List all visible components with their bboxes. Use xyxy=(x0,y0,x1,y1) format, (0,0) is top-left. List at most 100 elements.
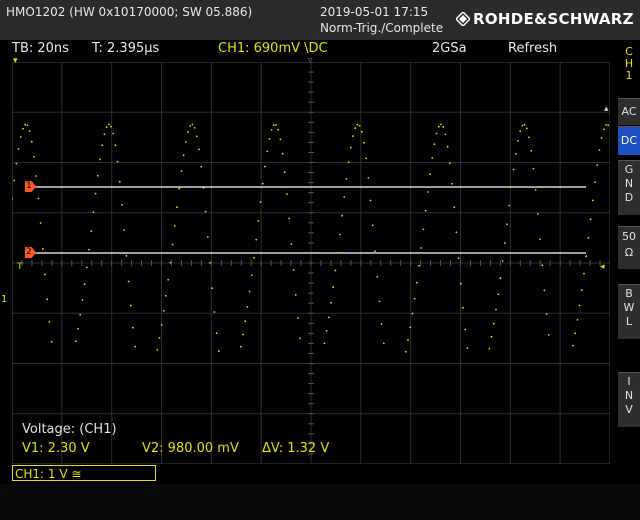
trace-sample xyxy=(290,243,293,246)
trace-sample xyxy=(360,130,363,133)
trace-sample xyxy=(358,124,361,127)
trace-sample xyxy=(242,333,244,336)
trace-sample xyxy=(215,332,218,335)
trace-sample xyxy=(288,217,291,220)
trace-sample xyxy=(431,157,434,159)
coupling-ac-button[interactable]: AC xyxy=(618,98,640,125)
trace-sample xyxy=(17,148,20,150)
trace-sample xyxy=(591,199,594,202)
trigger-position-arrow-icon[interactable]: ▾ xyxy=(13,56,18,66)
trigger-time-label[interactable]: T: 2.395µs xyxy=(92,41,159,56)
trace-sample xyxy=(455,231,458,234)
trace-sample xyxy=(77,327,79,330)
trace-sample xyxy=(35,175,38,177)
coupling-gnd-button[interactable]: G N D xyxy=(618,160,640,215)
trace-sample xyxy=(492,322,495,325)
trace-sample xyxy=(426,191,429,193)
trace-sample xyxy=(217,350,220,353)
trace-sample xyxy=(572,344,574,347)
trace-sample xyxy=(165,294,167,297)
trace-sample xyxy=(211,287,214,290)
trace-sample xyxy=(330,301,332,304)
bandwidth-limit-button[interactable]: B W L xyxy=(618,284,640,339)
trace-sample xyxy=(92,211,95,214)
brand-logo: ROHDE&SCHWARZ xyxy=(456,10,634,28)
trace-sample xyxy=(248,290,251,293)
trace-sample xyxy=(352,135,354,137)
trace-sample xyxy=(422,228,425,231)
ch1-ground-marker[interactable]: 1 xyxy=(1,294,7,305)
trace-sample xyxy=(277,128,280,131)
trace-sample xyxy=(338,233,341,236)
trace-sample xyxy=(413,297,416,300)
trace-sample xyxy=(178,187,181,190)
trace-sample xyxy=(440,123,442,126)
trace-sample xyxy=(365,157,368,160)
trace-sample xyxy=(292,269,295,271)
trace-sample xyxy=(281,152,284,155)
trace-sample xyxy=(266,150,269,153)
trace-sample xyxy=(607,124,610,127)
trace-sample xyxy=(466,347,469,349)
trace-sample xyxy=(13,179,16,182)
trace-sample xyxy=(530,149,533,152)
trace-sample xyxy=(341,214,343,217)
impedance-50-button[interactable]: 50 Ω xyxy=(618,226,640,269)
datetime: 2019-05-01 17:15 xyxy=(320,5,429,19)
trace-sample xyxy=(272,124,275,126)
trace-sample xyxy=(517,140,519,142)
trace-sample xyxy=(204,210,207,213)
trace-sample xyxy=(116,160,119,163)
trace-sample xyxy=(506,223,508,226)
trace-sample xyxy=(499,277,502,280)
trace-sample xyxy=(50,340,53,343)
trace-sample xyxy=(589,218,592,221)
trace-sample xyxy=(198,148,200,151)
trace-sample xyxy=(182,154,185,157)
trace-sample xyxy=(501,260,504,262)
trace-sample xyxy=(286,193,288,196)
waveform-display[interactable] xyxy=(12,62,610,464)
trace-sample xyxy=(259,201,262,204)
timebase-label[interactable]: TB: 20ns xyxy=(12,41,69,56)
trace-sample xyxy=(459,282,462,285)
trace-sample xyxy=(382,342,385,345)
channel-setting-label[interactable]: CH1: 690mV \DC xyxy=(218,41,328,56)
trigger-level-marker[interactable]: T xyxy=(17,262,23,272)
trace-sample xyxy=(30,140,33,143)
trace-sample xyxy=(129,304,132,307)
coupling-dc-button[interactable]: DC xyxy=(618,126,640,155)
trace-sample xyxy=(464,328,467,331)
trace-sample xyxy=(369,199,372,202)
trace-sample xyxy=(488,347,491,350)
ch1-scale-box[interactable]: CH1: 1 V ≅ xyxy=(12,465,156,481)
trace-sample xyxy=(345,178,348,180)
brand-name: ROHDE&SCHWARZ xyxy=(473,10,634,28)
trace-sample xyxy=(578,304,581,307)
trace-sample xyxy=(543,289,546,292)
trace-sample xyxy=(448,162,451,165)
trace-sample xyxy=(239,345,242,348)
trigger-level-right-icon: ◂ xyxy=(600,262,605,272)
trace-sample xyxy=(213,311,216,313)
trace-sample xyxy=(118,180,121,183)
trace-sample xyxy=(279,138,282,141)
trace-sample xyxy=(512,168,515,171)
trace-sample xyxy=(132,326,134,329)
trace-sample xyxy=(88,248,90,251)
scroll-up-icon[interactable]: ▴ xyxy=(604,104,609,114)
trace-sample xyxy=(19,136,22,138)
trace-sample xyxy=(547,334,550,336)
acquisition-mode-label[interactable]: Refresh xyxy=(508,41,557,56)
trace-sample xyxy=(349,146,352,149)
trace-sample xyxy=(127,280,130,283)
trace-sample xyxy=(503,242,506,244)
trace-sample xyxy=(158,337,161,339)
brand-diamond-icon xyxy=(456,12,470,26)
trace-sample xyxy=(415,281,418,284)
measurement-v1: V1: 2.30 V xyxy=(22,441,90,456)
trace-sample xyxy=(594,181,596,183)
trace-sample xyxy=(409,326,412,329)
invert-button[interactable]: I N V xyxy=(618,372,640,427)
trace-sample xyxy=(255,238,258,241)
